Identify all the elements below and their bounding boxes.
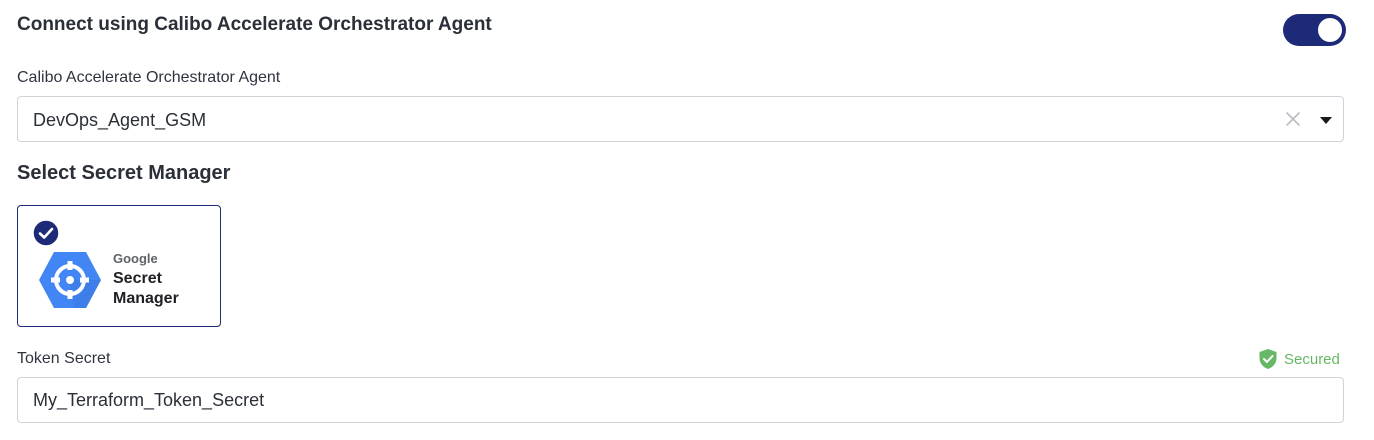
agent-select-value: DevOps_Agent_GSM — [33, 110, 207, 130]
secured-badge: Secured — [1258, 348, 1340, 370]
card-product-line2: Manager — [113, 290, 179, 307]
agent-select[interactable]: DevOps_Agent_GSM — [17, 96, 1344, 142]
connect-agent-title: Connect using Calibo Accelerate Orchestr… — [17, 14, 492, 35]
integration-settings-form: Connect using Calibo Accelerate Orchestr… — [0, 0, 1374, 440]
secured-status-text: Secured — [1284, 350, 1340, 368]
check-circle-icon — [32, 219, 60, 247]
toggle-knob — [1318, 18, 1342, 42]
caret-down-icon[interactable] — [1319, 115, 1333, 125]
connect-agent-toggle[interactable] — [1283, 14, 1346, 46]
secret-manager-card-text: Google Secret Manager — [113, 252, 179, 309]
token-secret-input[interactable] — [17, 377, 1344, 423]
secret-manager-section-title: Select Secret Manager — [17, 162, 231, 184]
card-brand: Google — [113, 251, 158, 266]
token-field-label: Token Secret — [17, 350, 111, 367]
secret-manager-card-google[interactable]: Google Secret Manager — [17, 205, 221, 327]
close-icon[interactable] — [1284, 110, 1302, 128]
card-product-line1: Secret — [113, 270, 162, 287]
google-secret-manager-logo — [39, 252, 101, 308]
agent-field-label: Calibo Accelerate Orchestrator Agent — [17, 69, 281, 86]
shield-check-icon — [1259, 349, 1277, 369]
